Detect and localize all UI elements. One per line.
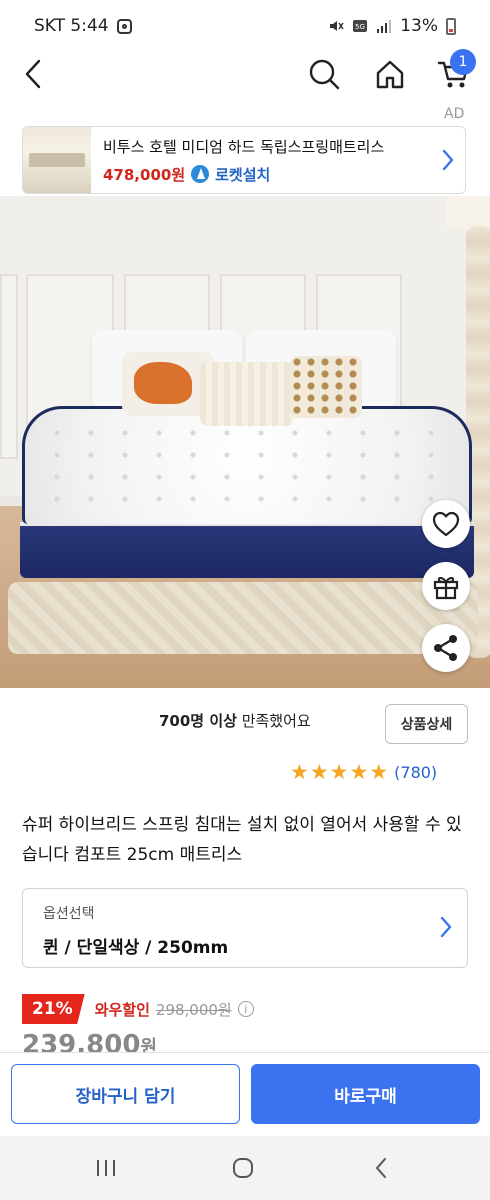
ad-price: 478,000원 <box>103 165 186 184</box>
chevron-right-icon <box>440 916 452 938</box>
star-icon: ★ <box>290 760 309 784</box>
instagram-icon <box>116 18 132 34</box>
rocket-install-icon <box>191 165 210 183</box>
cart-count-badge: 1 <box>450 49 476 75</box>
buy-now-button[interactable]: 바로구매 <box>251 1064 480 1124</box>
product-image[interactable] <box>0 196 490 688</box>
sponsored-product-banner[interactable]: 비투스 호텔 미디엄 하드 독립스프링매트리스 478,000원 로켓설치 <box>22 126 466 194</box>
ad-label: AD <box>444 106 465 122</box>
svg-text:5G: 5G <box>355 23 365 31</box>
carrier-time: SKT 5:44 <box>34 16 109 36</box>
price-row: 21% 와우할인 298,000원 i <box>22 994 254 1024</box>
original-price: 298,000원 <box>155 1000 232 1019</box>
satisfaction-suffix: 만족했어요 <box>236 712 311 730</box>
system-back-button[interactable] <box>361 1152 401 1184</box>
search-button[interactable] <box>304 52 344 96</box>
wall-panel <box>0 274 18 459</box>
ad-product-thumbnail <box>23 127 91 193</box>
option-value: 퀸 / 단일색상 / 250mm <box>43 938 229 958</box>
battery-icon <box>446 17 456 35</box>
home-circle-icon <box>233 1158 253 1178</box>
status-bar: SKT 5:44 5G 13% <box>0 0 490 52</box>
wishlist-button[interactable] <box>422 500 470 548</box>
recent-apps-button[interactable] <box>86 1152 126 1184</box>
top-navigation: 1 <box>0 49 490 110</box>
system-home-button[interactable] <box>223 1152 263 1184</box>
star-icon: ★ <box>309 760 329 784</box>
5g-icon: 5G <box>353 20 368 32</box>
signal-icon <box>377 20 392 33</box>
quilt-pattern <box>40 422 450 512</box>
star-icon: ★ <box>369 760 389 784</box>
info-icon[interactable]: i <box>237 1001 254 1017</box>
option-label: 옵션선택 <box>43 906 95 922</box>
back-button[interactable] <box>16 52 50 96</box>
add-to-cart-button[interactable]: 장바구니 담기 <box>11 1064 240 1124</box>
star-icon: ★ <box>329 760 349 784</box>
discount-badge: 21% <box>22 994 85 1024</box>
mute-icon <box>330 21 344 31</box>
ad-text: 비투스 호텔 미디엄 하드 독립스프링매트리스 478,000원 로켓설치 <box>91 136 431 185</box>
heart-icon <box>432 511 460 537</box>
back-icon <box>25 59 41 89</box>
ad-chevron <box>431 148 465 172</box>
ad-product-title: 비투스 호텔 미디엄 하드 독립스프링매트리스 <box>103 137 385 156</box>
rating-row[interactable]: ★ ★ ★ ★ ★ (780) <box>290 762 437 783</box>
final-price-unit: 원 <box>140 1037 157 1052</box>
bottom-action-bar: 장바구니 담기 바로구매 <box>0 1052 490 1136</box>
leopard-cushion <box>290 356 362 418</box>
star-icon: ★ <box>349 760 369 784</box>
lamp-shade <box>446 196 490 230</box>
status-left: SKT 5:44 <box>34 16 132 36</box>
share-icon <box>434 635 457 661</box>
battery-percent: 13% <box>400 16 438 36</box>
mattress-base <box>8 582 478 654</box>
review-count-link[interactable]: (780) <box>394 763 437 782</box>
final-price-amount: 239,800 <box>22 1030 141 1052</box>
gift-icon <box>433 576 459 600</box>
product-title: 슈퍼 하이브리드 스프링 침대는 설치 없이 열어서 사용할 수 있습니다 컴포… <box>22 815 462 865</box>
option-chevron <box>439 915 453 943</box>
satisfaction-text: 700명 이상 만족했어요 <box>159 710 311 731</box>
status-right: 5G 13% <box>328 16 456 36</box>
product-detail-button[interactable]: 상품상세 <box>385 704 468 744</box>
mattress-band <box>20 522 474 578</box>
system-navigation-bar <box>0 1136 490 1200</box>
share-button[interactable] <box>422 624 470 672</box>
home-button[interactable] <box>370 52 410 96</box>
cart-button[interactable]: 1 <box>432 49 476 96</box>
satisfaction-count: 700명 이상 <box>159 712 237 730</box>
satisfaction-row: 700명 이상 만족했어요 상품상세 <box>0 704 490 744</box>
option-selector[interactable]: 옵션선택 퀸 / 단일색상 / 250mm <box>22 888 468 968</box>
wow-discount-label: 와우할인 <box>94 1000 150 1019</box>
system-back-icon <box>376 1158 386 1178</box>
chevron-right-icon <box>442 149 454 171</box>
ad-price-row: 478,000원 로켓설치 <box>103 164 431 185</box>
cream-cushion <box>200 362 294 426</box>
final-price: 239,800원 <box>22 1028 157 1052</box>
recent-apps-icon <box>97 1160 115 1176</box>
search-icon <box>309 59 340 90</box>
home-icon <box>376 60 404 89</box>
rocket-install-label: 로켓설치 <box>215 165 271 184</box>
gift-button[interactable] <box>422 562 470 610</box>
